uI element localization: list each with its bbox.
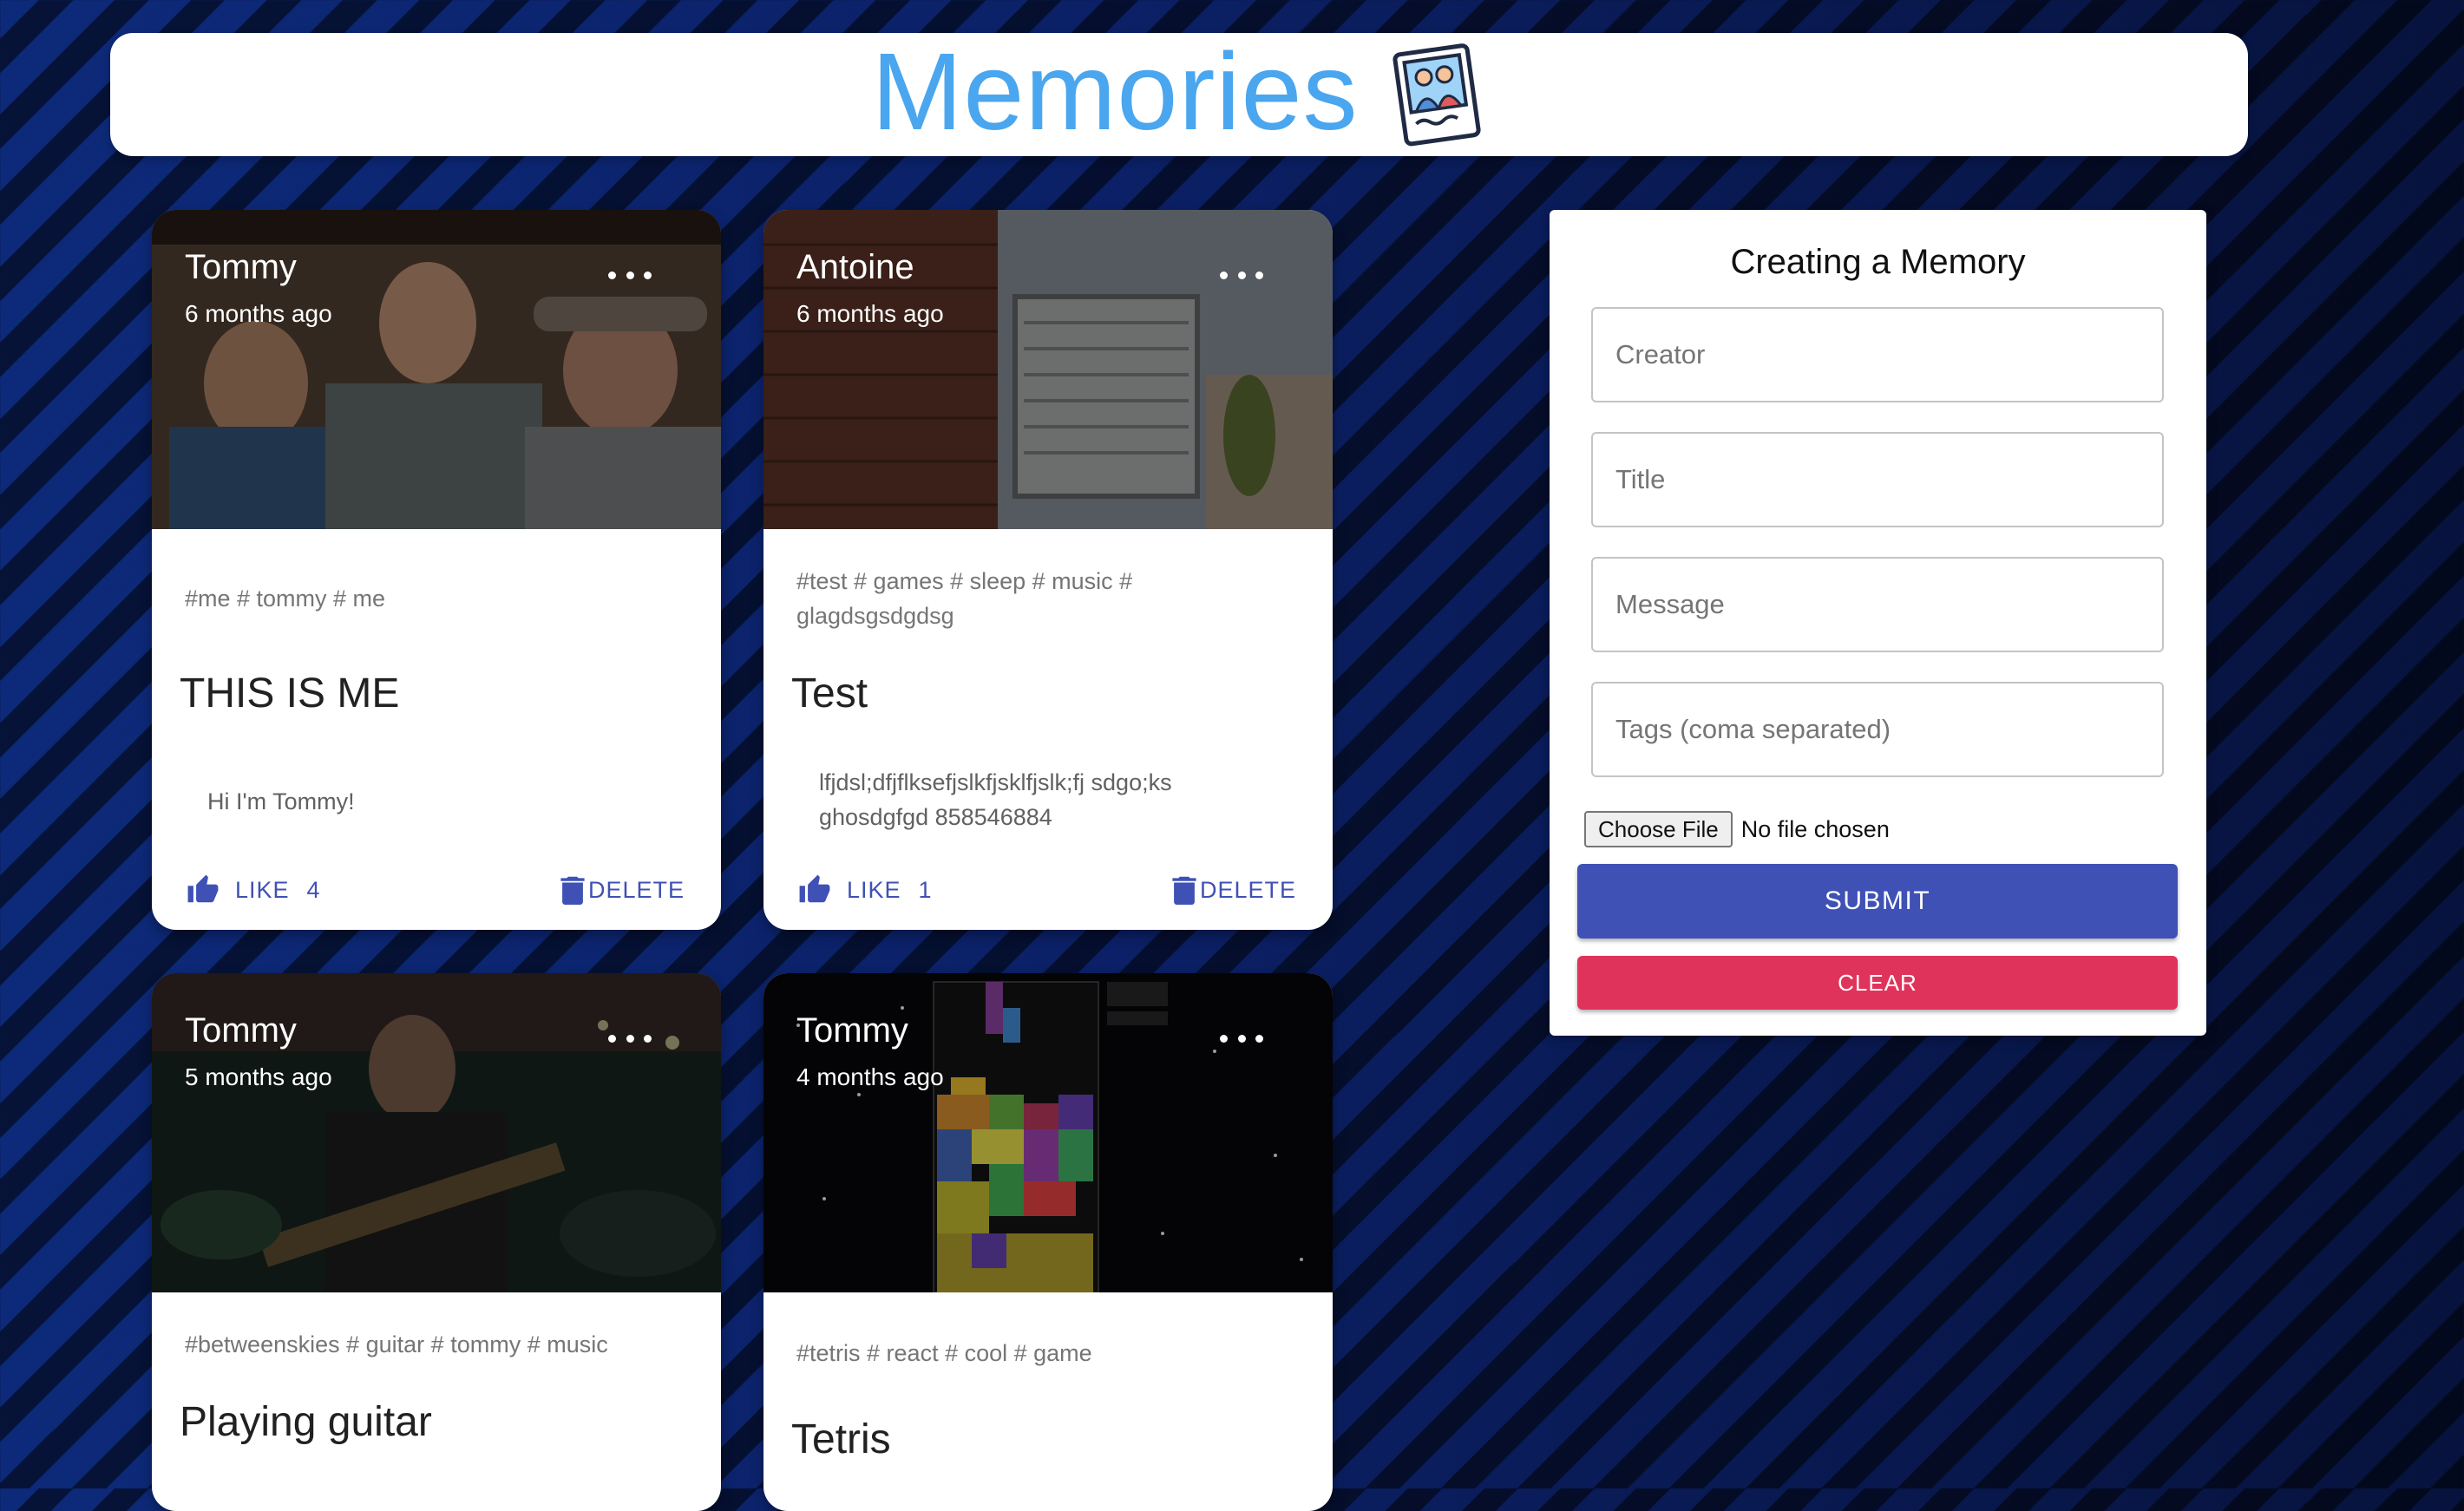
- card-title: Playing guitar: [180, 1399, 432, 1445]
- card-creator: Antoine: [796, 248, 914, 286]
- like-button[interactable]: LIKE 1: [798, 864, 933, 916]
- thumb-up-icon: [187, 874, 219, 903]
- card-timestamp: 5 months ago: [185, 1063, 332, 1090]
- card-creator: Tommy: [796, 1011, 908, 1050]
- submit-button[interactable]: SUBMIT: [1577, 864, 2178, 939]
- form-heading: Creating a Memory: [1730, 243, 2026, 281]
- creator-input[interactable]: [1591, 307, 2164, 402]
- delete-button[interactable]: DELETE: [560, 864, 685, 916]
- app-title: Memories: [871, 30, 1359, 153]
- card-tags: #betweenskies # guitar # tommy # music: [185, 1331, 608, 1357]
- card-message: lfjdsl;dfjflksefjslkfjsklfjslk;fj sdgo;k…: [819, 769, 1172, 830]
- memory-card: Tommy 4 months ago #tetris # react # coo…: [763, 973, 1333, 1511]
- more-horizontal-icon[interactable]: [1220, 262, 1263, 288]
- more-horizontal-icon[interactable]: [1220, 1025, 1263, 1051]
- card-actions: LIKE 4 DELETE: [152, 864, 721, 916]
- like-count: 1: [918, 876, 933, 903]
- app-header: Memories: [110, 33, 2248, 156]
- card-title: Tetris: [791, 1416, 891, 1462]
- file-status: No file chosen: [1740, 815, 1890, 842]
- like-label: LIKE: [847, 876, 901, 903]
- memories-photo-icon: [1393, 43, 1481, 147]
- create-memory-form: Creating a Memory Choose File No file ch…: [1550, 210, 2206, 1036]
- delete-label: DELETE: [1199, 876, 1296, 903]
- card-title: Test: [791, 670, 868, 716]
- card-message: Hi I'm Tommy!: [207, 788, 355, 814]
- card-tags: #tetris # react # cool # game: [796, 1340, 1092, 1366]
- like-count: 4: [306, 876, 321, 903]
- card-timestamp: 6 months ago: [185, 300, 332, 327]
- like-label: LIKE: [235, 876, 290, 903]
- file-picker: Choose File No file chosen: [1584, 810, 1890, 848]
- clear-button[interactable]: CLEAR: [1577, 956, 2178, 1010]
- trash-icon: [560, 876, 585, 905]
- card-creator: Tommy: [185, 1011, 297, 1050]
- tags-input[interactable]: [1591, 682, 2164, 777]
- card-creator: Tommy: [185, 248, 297, 286]
- card-tags: #test # games # sleep # music # glagdsgs…: [796, 568, 1133, 629]
- thumb-up-icon: [799, 874, 830, 903]
- memory-card: Tommy 6 months ago #me # tommy # me THIS…: [152, 210, 721, 930]
- trash-icon: [1172, 876, 1196, 905]
- choose-file-button[interactable]: Choose File: [1584, 811, 1733, 847]
- more-horizontal-icon[interactable]: [608, 262, 652, 288]
- card-tags: #me # tommy # me: [185, 585, 386, 612]
- memory-card: Antoine 6 months ago #test # games # sle…: [763, 210, 1333, 930]
- card-actions: LIKE 1 DELETE: [763, 864, 1333, 916]
- more-horizontal-icon[interactable]: [608, 1025, 652, 1051]
- card-timestamp: 4 months ago: [796, 1063, 944, 1090]
- card-timestamp: 6 months ago: [796, 300, 944, 327]
- delete-button[interactable]: DELETE: [1172, 864, 1296, 916]
- memory-card: Tommy 5 months ago #betweenskies # guita…: [152, 973, 721, 1511]
- title-input[interactable]: [1591, 432, 2164, 527]
- delete-label: DELETE: [587, 876, 685, 903]
- card-title: THIS IS ME: [180, 670, 400, 716]
- message-input[interactable]: [1591, 557, 2164, 652]
- like-button[interactable]: LIKE 4: [187, 864, 321, 916]
